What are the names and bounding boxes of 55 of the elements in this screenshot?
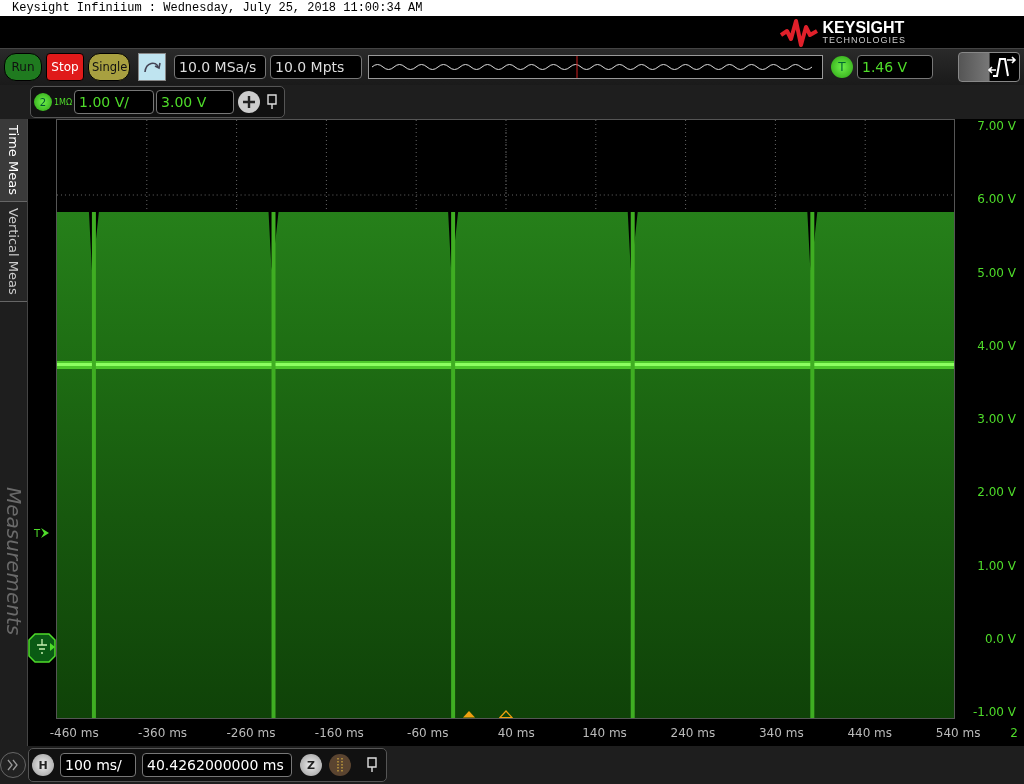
- pin-icon[interactable]: [366, 757, 378, 773]
- logo-name: KEYSIGHT: [822, 19, 906, 36]
- y-axis-label: 0.0 V: [984, 631, 1016, 646]
- side-tab[interactable]: Vertical Meas: [0, 201, 27, 302]
- sample-rate-field[interactable]: 10.0 MSa/s: [174, 55, 266, 79]
- zoom-button[interactable]: Z: [300, 754, 322, 776]
- channel-button[interactable]: 2: [34, 93, 52, 111]
- x-axis-label: -160 ms: [313, 725, 365, 740]
- y-axis-label: 4.00 V: [977, 338, 1016, 353]
- y-axis-label: 2.00 V: [977, 485, 1016, 500]
- y-axis-label: 3.00 V: [977, 412, 1016, 426]
- x-axis-label: 40 ms: [496, 725, 536, 740]
- window-title: Keysight Infiniium : Wednesday, July 25, 2018 11:00:34 AM: [0, 0, 1024, 16]
- plus-icon: [242, 95, 257, 109]
- x-axis-label: -60 ms: [406, 725, 450, 740]
- ground-marker-icon[interactable]: [28, 633, 56, 663]
- x-axis-label: 340 ms: [758, 725, 805, 740]
- time-scale-field[interactable]: 100 ms/: [60, 753, 136, 777]
- acquisition-button[interactable]: Stop: [46, 53, 84, 81]
- x-axis-label: -260 ms: [225, 725, 277, 740]
- x-axis-label: -360 ms: [137, 725, 189, 740]
- reference-position-icon: [499, 710, 513, 718]
- impedance-label: 1MΩ: [54, 97, 73, 107]
- pin-icon[interactable]: [266, 94, 279, 110]
- y-axis-label: 7.00 V: [977, 119, 1016, 133]
- vertical-offset-field[interactable]: 3.00 V: [156, 90, 235, 114]
- x-axis-label: 240 ms: [669, 725, 717, 740]
- knob-icon[interactable]: [328, 753, 352, 777]
- y-axis-label: -1.00 V: [972, 705, 1016, 719]
- wave-logo-icon: [780, 17, 819, 47]
- channel-axis-label: 2: [1010, 725, 1018, 740]
- trigger-button[interactable]: T: [831, 56, 853, 78]
- acquisition-button[interactable]: Single: [88, 53, 130, 81]
- x-axis-label: 540 ms: [934, 725, 982, 740]
- side-panel-label: Measurements: [0, 486, 27, 635]
- horizontal-button[interactable]: H: [32, 754, 54, 776]
- x-axis-label: 140 ms: [581, 725, 628, 740]
- trigger-position-icon: [462, 710, 476, 718]
- y-axis-label: 6.00 V: [977, 192, 1016, 207]
- y-axis-label: 5.00 V: [977, 265, 1016, 280]
- trigger-level-field[interactable]: 1.46 V: [857, 55, 933, 79]
- expand-button[interactable]: [0, 752, 26, 778]
- autoscale-button[interactable]: [138, 53, 166, 81]
- x-axis-label: 440 ms: [846, 725, 894, 740]
- waveform-mode-button[interactable]: [958, 52, 1020, 82]
- memory-depth-field[interactable]: 10.0 Mpts: [270, 55, 362, 79]
- add-button[interactable]: [238, 91, 261, 113]
- double-chevron-icon: [6, 759, 20, 771]
- vertical-scale-field[interactable]: 1.00 V/: [74, 90, 155, 114]
- logo-subtitle: TECHNOLOGIES: [822, 35, 906, 45]
- waveform-arrows-icon: [987, 55, 1017, 79]
- y-axis-label: 1.00 V: [977, 558, 1016, 573]
- side-tab[interactable]: Time Meas: [0, 119, 27, 202]
- time-position-field[interactable]: 40.4262000000 ms: [142, 753, 292, 777]
- x-axis-label: -460 ms: [48, 725, 100, 740]
